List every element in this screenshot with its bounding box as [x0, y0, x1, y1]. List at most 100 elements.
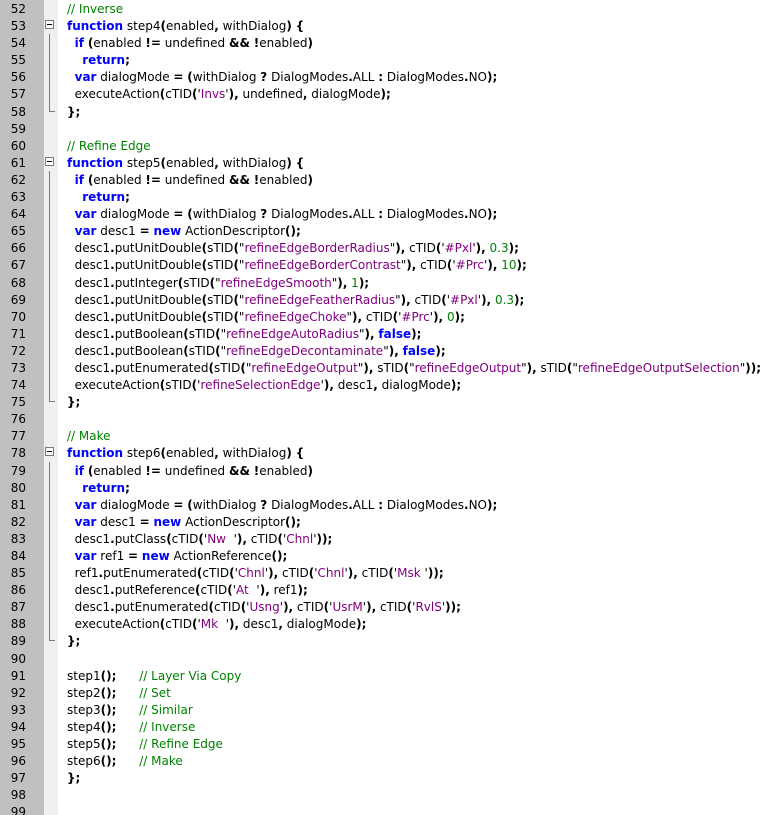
code-line[interactable]: 94 step4(); // Inverse — [0, 718, 766, 735]
code-line[interactable]: 73 desc1.putEnumerated(sTID("refineEdgeO… — [0, 358, 766, 377]
line-number: 82 — [10, 514, 26, 529]
code-line[interactable]: 71 desc1.putBoolean(sTID("refineEdgeAuto… — [0, 324, 766, 342]
code-line[interactable]: 78 function step6(enabled, withDialog) { — [0, 444, 766, 461]
code-text: var desc1 = new ActionDescriptor(); — [74, 514, 301, 529]
code-line[interactable]: 99 — [0, 803, 766, 815]
code-line[interactable]: 98 — [0, 786, 766, 803]
code-text: return; — [82, 190, 130, 205]
line-number: 73 — [10, 360, 26, 375]
fold-end-marker — [49, 393, 55, 403]
line-number: 60 — [10, 138, 26, 153]
code-line[interactable]: 88 executeAction(cTID('Mk '), desc1, dia… — [0, 615, 766, 633]
line-number: 96 — [10, 754, 26, 769]
code-text: }; — [67, 634, 81, 649]
fold-guide-line — [49, 581, 50, 599]
line-number: 57 — [10, 87, 26, 102]
fold-guide-line — [49, 307, 50, 325]
code-text: return; — [82, 53, 130, 68]
line-number: 98 — [10, 788, 26, 803]
code-line[interactable]: 52 // Inverse — [0, 0, 766, 17]
line-number: 83 — [10, 531, 26, 546]
line-number: 91 — [10, 668, 26, 683]
code-text: var dialogMode = (withDialog ? DialogMod… — [74, 207, 498, 222]
code-text: desc1.putUnitDouble(sTID("refineEdgeFeat… — [67, 292, 525, 307]
code-line[interactable]: 67 desc1.putUnitDouble(sTID("refineEdgeB… — [0, 256, 766, 274]
code-line[interactable]: 89}; — [0, 632, 766, 649]
code-line[interactable]: 96 step6(); // Make — [0, 752, 766, 769]
fold-guide-line — [49, 478, 50, 496]
code-line[interactable]: 80 return; — [0, 478, 766, 496]
code-line[interactable]: 63 return; — [0, 188, 766, 206]
code-line[interactable]: 70 desc1.putUnitDouble(sTID("refineEdgeC… — [0, 307, 766, 325]
code-line[interactable]: 82 var desc1 = new ActionDescriptor(); — [0, 512, 766, 530]
code-line[interactable]: 55 return; — [0, 51, 766, 69]
code-line[interactable]: 57 executeAction(cTID('Invs'), undefined… — [0, 85, 766, 103]
code-line[interactable]: 74 executeAction(sTID('refineSelectionEd… — [0, 376, 766, 394]
code-text: // Make — [67, 429, 111, 444]
code-line[interactable]: 95 step5(); // Refine Edge — [0, 735, 766, 752]
line-number: 78 — [10, 446, 26, 461]
code-line[interactable]: 86 desc1.putReference(cTID('At '), ref1)… — [0, 581, 766, 599]
fold-guide-line — [49, 547, 50, 565]
fold-guide-line — [49, 188, 50, 206]
code-line[interactable]: 53 function step4(enabled, withDialog) { — [0, 17, 766, 34]
code-text: if (enabled != undefined && !enabled) — [74, 172, 313, 187]
line-number: 85 — [10, 566, 26, 581]
code-line[interactable]: 76 — [0, 410, 766, 427]
line-number: 89 — [10, 634, 26, 649]
fold-toggle-icon[interactable] — [45, 156, 54, 166]
code-text: step1(); // Layer Via Copy — [67, 668, 242, 683]
code-text: }; — [67, 104, 81, 119]
code-line[interactable]: 91 step1(); // Layer Via Copy — [0, 667, 766, 684]
code-line[interactable]: 97}; — [0, 769, 766, 786]
fold-toggle-icon[interactable] — [45, 447, 54, 457]
code-line[interactable]: 66 desc1.putUnitDouble(sTID("refineEdgeB… — [0, 239, 766, 257]
fold-guide-line — [49, 68, 50, 86]
line-number: 52 — [10, 2, 26, 16]
code-text: executeAction(cTID('Invs'), undefined, d… — [67, 87, 391, 102]
line-number: 76 — [10, 412, 26, 427]
code-line[interactable]: 64 var dialogMode = (withDialog ? Dialog… — [0, 205, 766, 223]
code-line[interactable]: 90 — [0, 650, 766, 667]
line-number: 84 — [10, 549, 26, 563]
code-line[interactable]: 65 var desc1 = new ActionDescriptor(); — [0, 222, 766, 240]
code-line[interactable]: 92 step2(); // Set — [0, 684, 766, 701]
code-line[interactable]: 84 var ref1 = new ActionReference(); — [0, 547, 766, 565]
code-line[interactable]: 81 var dialogMode = (withDialog ? Dialog… — [0, 495, 766, 513]
code-line[interactable]: 72 desc1.putBoolean(sTID("refineEdgeDeco… — [0, 341, 766, 359]
fold-toggle-icon[interactable] — [45, 20, 54, 30]
code-line[interactable]: 56 var dialogMode = (withDialog ? Dialog… — [0, 68, 766, 86]
line-number: 66 — [10, 241, 26, 256]
code-line[interactable]: 79 if (enabled != undefined && !enabled) — [0, 461, 766, 479]
code-text: function step5(enabled, withDialog) { — [67, 155, 305, 170]
code-line[interactable]: 59 — [0, 120, 766, 137]
line-number: 67 — [10, 258, 26, 273]
code-line[interactable]: 62 if (enabled != undefined && !enabled) — [0, 170, 766, 189]
fold-guide-line — [49, 85, 50, 103]
code-line[interactable]: 54 if (enabled != undefined && !enabled) — [0, 34, 766, 52]
code-area[interactable]: 52 // Inverse 53 function step4(enabled, wi… — [0, 0, 766, 815]
code-line[interactable]: 87 desc1.putEnumerated(cTID('Usng'), cTI… — [0, 598, 766, 616]
line-number: 54 — [10, 36, 26, 51]
code-text: // Refine Edge — [67, 138, 151, 153]
code-line[interactable]: 58}; — [0, 102, 766, 120]
code-line[interactable]: 85 ref1.putEnumerated(cTID('Chnl'), cTID… — [0, 564, 766, 582]
fold-guide-line — [49, 222, 50, 240]
code-line[interactable]: 69 desc1.putUnitDouble(sTID("refineEdgeF… — [0, 290, 766, 308]
code-line[interactable]: 93 step3(); // Similar — [0, 701, 766, 718]
code-text: desc1.putClass(cTID('Nw '), cTID('Chnl')… — [67, 531, 333, 546]
line-number: 64 — [10, 207, 26, 222]
line-number: 79 — [10, 463, 26, 478]
code-line[interactable]: 61 function step5(enabled, withDialog) { — [0, 154, 766, 171]
code-line[interactable]: 68 desc1.putInteger(sTID("refineEdgeSmoo… — [0, 273, 766, 291]
code-text: function step4(enabled, withDialog) { — [67, 19, 305, 34]
line-number: 74 — [10, 378, 26, 393]
code-text: if (enabled != undefined && !enabled) — [74, 463, 313, 478]
code-line[interactable]: 60 // Refine Edge — [0, 137, 766, 154]
code-line[interactable]: 83 desc1.putClass(cTID('Nw '), cTID('Chn… — [0, 529, 766, 547]
code-line[interactable]: 77 // Make — [0, 427, 766, 444]
code-editor[interactable]: 52 // Inverse 53 function step4(enabled, wi… — [0, 0, 766, 815]
code-line[interactable]: 75}; — [0, 393, 766, 410]
fold-guide-line — [49, 205, 50, 223]
fold-guide-line — [49, 51, 50, 69]
